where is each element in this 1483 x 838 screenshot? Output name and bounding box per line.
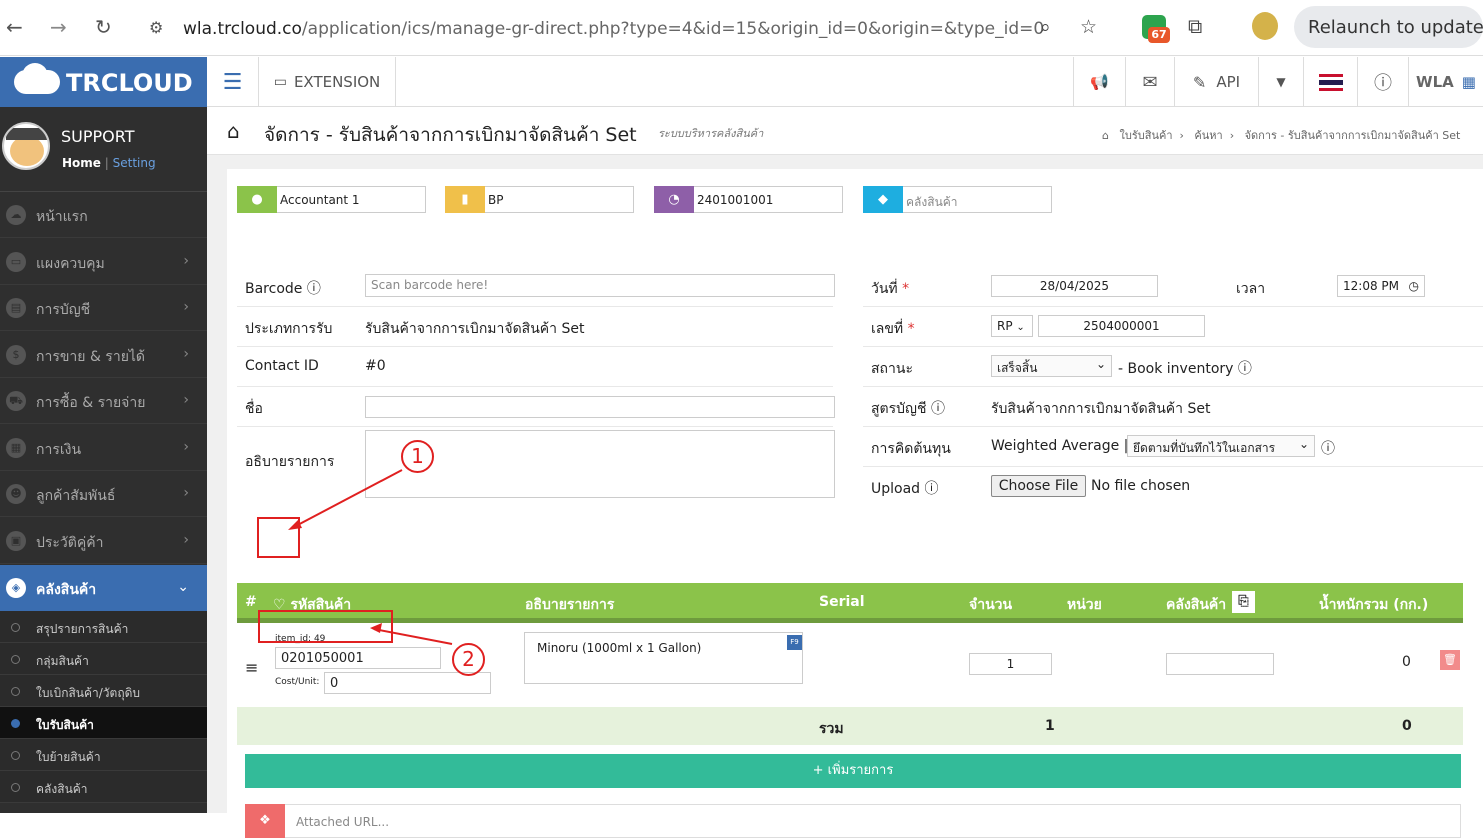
annotation-number-2: 2: [452, 643, 485, 676]
annotation-number-1: 1: [401, 440, 434, 473]
annotation-arrows: [288, 469, 453, 645]
attached-url-placeholder: Attached URL...: [296, 815, 390, 829]
